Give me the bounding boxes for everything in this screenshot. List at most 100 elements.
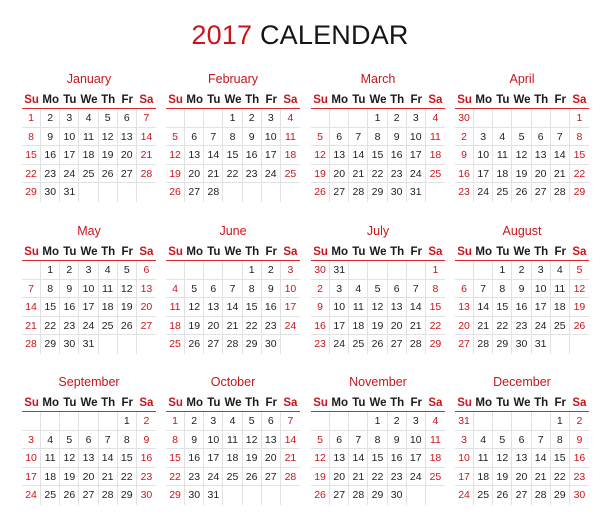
day-cell: 23 [512, 316, 532, 336]
day-cell: 9 [60, 279, 80, 299]
day-cell: 24 [531, 316, 551, 336]
day-cell: 31 [407, 183, 426, 202]
day-cell: 19 [311, 467, 331, 487]
weekday-label: Fr [265, 246, 278, 258]
day-cell: 25 [493, 183, 513, 202]
empty-cell [99, 183, 118, 202]
month-june: June Su Mo Tu We Th Fr Sa 1 2 3 4 5 6 7 8 9 10 11 12 13 14 15 1… [166, 223, 300, 354]
day-cell: 23 [387, 467, 407, 487]
weekday-label: We [369, 94, 387, 106]
day-cell: 22 [117, 467, 137, 487]
month-february: February Su Mo Tu We Th Fr Sa 1 2 3 4 5 6 7 8 9 10 11 12 13 1… [166, 71, 300, 202]
day-cell: 9 [455, 146, 475, 165]
day-cell: 30 [311, 261, 331, 280]
day-cell: 16 [455, 164, 475, 184]
day-cell: 2 [242, 109, 262, 128]
day-cell: 12 [60, 449, 80, 468]
day-cell: 10 [406, 430, 426, 450]
day-cell: 21 [550, 164, 570, 184]
day-cell: 24 [60, 164, 80, 184]
day-cell: 27 [512, 486, 532, 505]
day-cell: 15 [550, 449, 570, 468]
month-name: June [219, 224, 247, 238]
day-cell: 8 [22, 127, 42, 147]
weekday-label: Fr [410, 246, 423, 258]
day-cell: 3 [474, 127, 494, 147]
day-cell: 1 [117, 412, 137, 431]
weekday-header: Su Mo Tu We Th Fr Sa [311, 396, 445, 412]
day-cell: 7 [223, 279, 243, 299]
day-cell: 17 [60, 146, 80, 165]
day-cell: 22 [22, 164, 42, 184]
empty-cell [455, 261, 475, 280]
weekday-label: Th [390, 94, 405, 106]
day-cell: 10 [22, 449, 42, 468]
day-cell: 16 [387, 146, 407, 165]
day-cell: 5 [311, 430, 331, 450]
day-cell: 28 [280, 468, 300, 487]
day-cell: 25 [425, 165, 445, 184]
weekday-label: Fr [121, 94, 134, 106]
month-july: July Su Mo Tu We Th Fr Sa 30 31 1 2 3 4 5 6 7 8 9 10 11 12 13 1… [311, 223, 445, 354]
weekday-header: Su Mo Tu We Th Fr Sa [166, 245, 300, 261]
empty-cell [531, 412, 551, 431]
day-cell: 2 [60, 261, 80, 280]
day-cell: 20 [261, 449, 281, 468]
day-cell: 7 [98, 430, 118, 450]
empty-cell [493, 412, 513, 431]
day-cell: 13 [455, 298, 475, 317]
weekday-label: Tu [63, 246, 77, 258]
weekday-label: Th [534, 397, 549, 409]
weekday-label: Th [101, 94, 116, 106]
empty-cell [243, 486, 262, 505]
day-cell: 31 [455, 412, 475, 431]
day-cell: 24 [455, 486, 475, 505]
day-cell: 4 [474, 430, 494, 450]
day-cell: 29 [429, 338, 442, 351]
empty-cell [311, 412, 331, 431]
day-cell: 22 [550, 467, 570, 487]
day-cell: 25 [98, 316, 118, 336]
empty-cell [349, 412, 369, 431]
weekday-label: We [369, 397, 387, 409]
weekday-header: Su Mo Tu We Th Fr Sa [166, 93, 300, 109]
day-cell: 1 [223, 109, 243, 128]
weekday-label: Mo [186, 94, 204, 106]
day-cell: 6 [136, 261, 156, 280]
weekday-label: Fr [554, 246, 567, 258]
day-cell: 12 [185, 298, 205, 317]
month-september: September Su Mo Tu We Th Fr Sa 1 2 3 4 5 6 7 8 9 10 11 12 13… [22, 374, 156, 505]
empty-cell [512, 412, 532, 431]
weekday-label: Mo [42, 94, 60, 106]
weekday-label: Sa [283, 246, 298, 258]
day-cell: 12 [569, 280, 589, 299]
day-cell: 13 [330, 449, 350, 468]
day-cell: 13 [117, 127, 137, 147]
day-cell: 16 [569, 449, 589, 468]
day-cell: 23 [569, 468, 589, 487]
day-cell: 12 [242, 430, 262, 450]
empty-cell [426, 486, 445, 505]
empty-cell [281, 486, 300, 505]
weekday-header: Su Mo Tu We Th Fr Sa [455, 396, 589, 412]
empty-cell [281, 183, 300, 202]
day-cell: 10 [531, 279, 551, 299]
weekday-label: Tu [496, 246, 510, 258]
day-cell: 30 [60, 335, 80, 354]
day-cell: 6 [330, 430, 350, 450]
empty-cell [118, 335, 137, 354]
day-cell: 12 [368, 298, 388, 317]
day-cell: 6 [455, 279, 475, 299]
day-cell: 26 [242, 467, 262, 487]
day-cell: 26 [311, 486, 331, 505]
weekday-label: Fr [554, 397, 567, 409]
day-cell: 21 [280, 449, 300, 468]
day-cell: 5 [185, 279, 205, 299]
day-cell: 5 [98, 109, 118, 128]
day-cell: 27 [136, 317, 156, 336]
day-cell: 13 [261, 430, 281, 450]
day-cell: 4 [98, 261, 118, 280]
day-cell: 19 [117, 298, 137, 317]
empty-cell [185, 261, 205, 280]
day-cell: 26 [493, 486, 513, 505]
